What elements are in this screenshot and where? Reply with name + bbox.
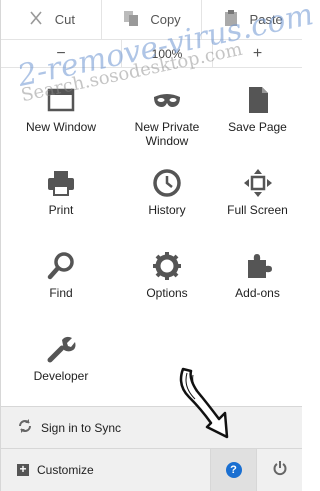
private-mask-icon bbox=[151, 84, 183, 116]
save-page-label: Save Page bbox=[228, 120, 287, 134]
sign-in-label: Sign in to Sync bbox=[41, 420, 122, 435]
developer-wrench-icon bbox=[45, 333, 77, 365]
save-page-button[interactable]: Save Page bbox=[213, 68, 302, 151]
help-button[interactable]: ? bbox=[210, 449, 256, 491]
save-page-icon bbox=[242, 84, 274, 116]
new-window-label: New Window bbox=[25, 120, 97, 134]
sign-in-to-sync-button[interactable]: Sign in to Sync bbox=[1, 406, 302, 448]
sync-icon bbox=[17, 418, 33, 437]
add-ons-label: Add-ons bbox=[235, 286, 280, 300]
help-icon: ? bbox=[225, 462, 242, 478]
zoom-out-button[interactable]: − bbox=[1, 40, 121, 67]
options-gear-icon bbox=[151, 250, 183, 282]
copy-icon bbox=[122, 9, 140, 30]
add-ons-button[interactable]: Add-ons bbox=[213, 234, 302, 317]
paste-button[interactable]: Paste bbox=[202, 0, 302, 39]
paste-icon bbox=[222, 9, 240, 30]
fullscreen-icon bbox=[242, 167, 274, 199]
full-screen-label: Full Screen bbox=[227, 203, 288, 217]
zoom-controls-row: − 100% + bbox=[1, 40, 302, 68]
quit-power-icon bbox=[272, 460, 288, 481]
print-label: Print bbox=[48, 203, 74, 217]
options-label: Options bbox=[146, 286, 188, 300]
copy-button[interactable]: Copy bbox=[102, 0, 203, 39]
history-label: History bbox=[148, 203, 186, 217]
new-private-window-button[interactable]: New Private Window bbox=[121, 68, 213, 151]
copy-label: Copy bbox=[150, 12, 181, 27]
history-button[interactable]: History bbox=[121, 151, 213, 234]
print-icon bbox=[45, 167, 77, 199]
developer-label: Developer bbox=[33, 369, 89, 383]
options-button[interactable]: Options bbox=[121, 234, 213, 317]
find-label: Find bbox=[49, 286, 73, 300]
cut-label: Cut bbox=[54, 12, 75, 27]
history-clock-icon bbox=[151, 167, 183, 199]
cut-icon bbox=[27, 9, 45, 30]
zoom-reset-button[interactable]: 100% bbox=[121, 40, 213, 67]
new-window-button[interactable]: New Window bbox=[1, 68, 121, 151]
quit-button[interactable] bbox=[256, 449, 302, 491]
footer-row: + Customize ? bbox=[1, 448, 302, 491]
edit-controls-row: Cut Copy Paste bbox=[1, 0, 302, 40]
firefox-menu-panel: Cut Copy Paste − 100% + New Window New P… bbox=[0, 0, 316, 491]
customize-label: Customize bbox=[37, 463, 94, 477]
customize-button[interactable]: + Customize bbox=[1, 449, 210, 491]
new-private-window-label: New Private Window bbox=[134, 120, 200, 148]
customize-plus-icon: + bbox=[17, 463, 29, 476]
paste-label: Paste bbox=[249, 12, 283, 27]
print-button[interactable]: Print bbox=[1, 151, 121, 234]
new-window-icon bbox=[45, 84, 77, 116]
find-magnifier-icon bbox=[45, 250, 77, 282]
menu-grid: New Window New Private Window Save Page … bbox=[1, 68, 302, 400]
find-button[interactable]: Find bbox=[1, 234, 121, 317]
developer-button[interactable]: Developer bbox=[1, 317, 121, 400]
cut-button[interactable]: Cut bbox=[1, 0, 102, 39]
full-screen-button[interactable]: Full Screen bbox=[213, 151, 302, 234]
addons-puzzle-icon bbox=[242, 250, 274, 282]
zoom-in-button[interactable]: + bbox=[213, 40, 302, 67]
